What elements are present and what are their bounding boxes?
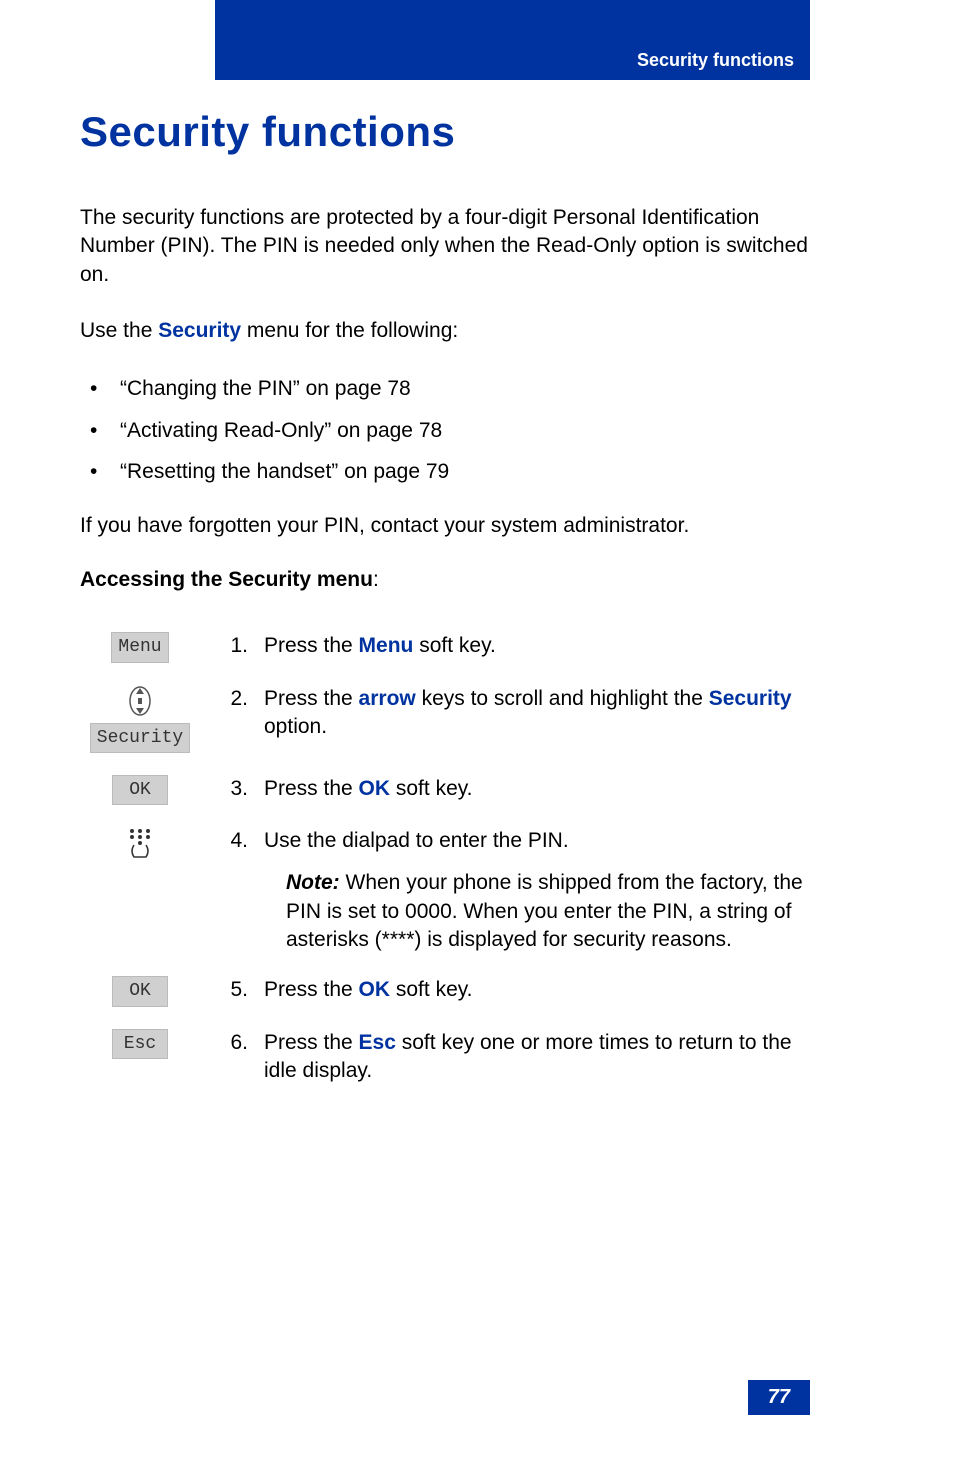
step-5-icon-cell: OK	[80, 976, 200, 1006]
step-3-number: 3.	[212, 775, 252, 803]
list-item: “Resetting the handset” on page 79	[80, 456, 820, 488]
step-5-keyword: OK	[359, 978, 391, 1001]
step-4-text: Use the dialpad to enter the PIN. Note: …	[264, 827, 820, 954]
step-5-text: Press the OK soft key.	[264, 976, 820, 1004]
page-content: Security functions The security function…	[80, 108, 820, 1085]
step-4-number: 4.	[212, 827, 252, 855]
step-1-pre: Press the	[264, 634, 359, 657]
step-1-text: Press the Menu soft key.	[264, 632, 820, 660]
step-3-text: Press the OK soft key.	[264, 775, 820, 803]
step-1-number: 1.	[212, 632, 252, 660]
step-2-number: 2.	[212, 685, 252, 713]
step-2-pre: Press the	[264, 687, 359, 710]
dialpad-icon	[126, 827, 154, 859]
arrow-keys-icon	[127, 685, 153, 717]
use-menu-prefix: Use the	[80, 319, 158, 342]
step-5-pre: Press the	[264, 978, 359, 1001]
step-3-icon-cell: OK	[80, 775, 200, 805]
page-title: Security functions	[80, 108, 820, 156]
step-6-pre: Press the	[264, 1031, 359, 1054]
use-menu-paragraph: Use the Security menu for the following:	[80, 317, 820, 345]
page-number: 77	[748, 1380, 810, 1415]
security-keyword: Security	[158, 319, 241, 342]
list-item: “Changing the PIN” on page 78	[80, 373, 820, 405]
step-2-keyword-security: Security	[709, 687, 792, 710]
menu-softkey-icon: Menu	[111, 632, 168, 662]
step-6-icon-cell: Esc	[80, 1029, 200, 1059]
step-2-mid: keys to scroll and highlight the	[416, 687, 709, 710]
access-heading: Accessing the Security menu:	[80, 568, 820, 592]
steps-grid: Menu 1. Press the Menu soft key. Securit…	[80, 632, 820, 1085]
step-3-post: soft key.	[390, 777, 472, 800]
note-text: When your phone is shipped from the fact…	[286, 871, 803, 951]
step-6-keyword: Esc	[359, 1031, 396, 1054]
access-heading-colon: :	[373, 568, 379, 591]
ok-softkey-icon: OK	[112, 775, 168, 805]
step-3-pre: Press the	[264, 777, 359, 800]
intro-paragraph: The security functions are protected by …	[80, 204, 820, 289]
step-4-main: Use the dialpad to enter the PIN.	[264, 829, 569, 852]
ok-softkey-icon: OK	[112, 976, 168, 1006]
list-item: “Activating Read-Only” on page 78	[80, 415, 820, 447]
esc-softkey-icon: Esc	[112, 1029, 168, 1059]
access-heading-text: Accessing the Security menu	[80, 568, 373, 591]
step-6-number: 6.	[212, 1029, 252, 1057]
step-5-number: 5.	[212, 976, 252, 1004]
header-section-label: Security functions	[637, 50, 794, 71]
note-label: Note:	[286, 871, 340, 894]
step-4-icon-cell	[80, 827, 200, 859]
step-5-post: soft key.	[390, 978, 472, 1001]
step-6-text: Press the Esc soft key one or more times…	[264, 1029, 820, 1086]
step-2-keyword-arrow: arrow	[359, 687, 416, 710]
security-softkey-icon: Security	[90, 723, 190, 753]
step-3-keyword: OK	[359, 777, 391, 800]
step-1-post: soft key.	[413, 634, 495, 657]
step-1-keyword: Menu	[359, 634, 414, 657]
step-4-note: Note: When your phone is shipped from th…	[264, 869, 820, 954]
forgot-pin-paragraph: If you have forgotten your PIN, contact …	[80, 512, 820, 540]
step-2-text: Press the arrow keys to scroll and highl…	[264, 685, 820, 742]
step-2-post: option.	[264, 715, 327, 738]
use-menu-suffix: menu for the following:	[241, 319, 458, 342]
step-2-icon-cell: Security	[80, 685, 200, 753]
bullet-list: “Changing the PIN” on page 78 “Activatin…	[80, 373, 820, 488]
step-1-icon-cell: Menu	[80, 632, 200, 662]
